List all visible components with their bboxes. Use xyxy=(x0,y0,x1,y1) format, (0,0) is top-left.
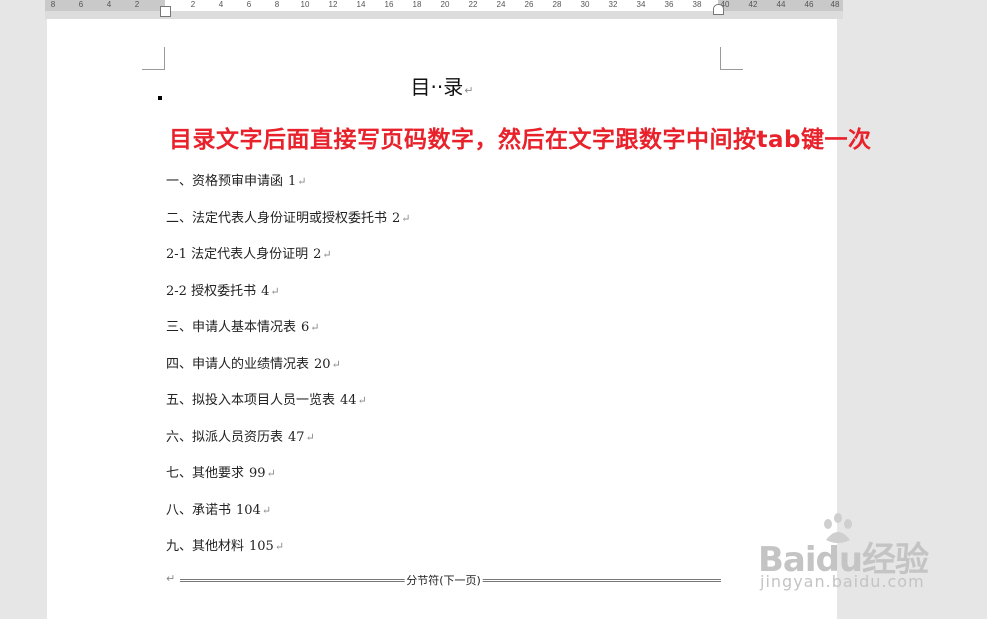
ruler-tick: 10 xyxy=(300,0,310,9)
toc-title-text: 目··录 xyxy=(410,75,464,99)
toc-entry-text: 四、申请人的业绩情况表 xyxy=(166,356,310,372)
paragraph-mark-icon: ↵ xyxy=(266,467,276,480)
ruler-tick: 28 xyxy=(552,0,562,9)
toc-entry-page: 1 xyxy=(288,174,297,189)
toc-entry-text: 二、法定代表人身份证明或授权委托书 xyxy=(166,210,388,226)
toc-entry-text: 八、承诺书 xyxy=(166,502,232,518)
toc-entry-page: 2 xyxy=(313,247,322,262)
document-page[interactable]: 目··录↵ 目录文字后面直接写页码数字，然后在文字跟数字中间按tab键一次 一、… xyxy=(47,19,872,619)
toc-entry-text: 2-1 法定代表人身份证明 xyxy=(166,247,309,262)
right-indent-marker[interactable] xyxy=(713,4,724,15)
paragraph-mark-icon: ↵ xyxy=(357,394,367,407)
toc-entry[interactable]: 2-1 法定代表人身份证明 2↵ xyxy=(166,243,411,280)
ruler-tick: 18 xyxy=(412,0,422,9)
toc-list: 一、资格预审申请函 1↵ 二、法定代表人身份证明或授权委托书 2↵ 2-1 法定代表… xyxy=(166,170,411,572)
ruler-tick: 12 xyxy=(328,0,338,9)
toc-entry-page: 20 xyxy=(314,356,331,372)
toc-entry-page: 2 xyxy=(392,210,401,226)
toc-entry-text: 五、拟投入本项目人员一览表 xyxy=(166,393,336,408)
ruler-tick: 24 xyxy=(496,0,506,9)
ruler-tick: 34 xyxy=(636,0,646,9)
paragraph-mark-icon: ↵ xyxy=(331,357,341,371)
baidu-jingyan-watermark: Baidu经验 jingyan.baidu.com xyxy=(758,510,978,600)
toc-entry-page: 104 xyxy=(236,502,261,518)
ruler-tick: 14 xyxy=(356,0,366,9)
toc-entry-text: 2-2 授权委托书 xyxy=(166,283,257,299)
paragraph-mark-icon: ↵ xyxy=(166,572,176,585)
paragraph-mark-icon: ↵ xyxy=(274,540,285,553)
toc-entry[interactable]: 八、承诺书 104↵ xyxy=(166,499,411,536)
ruler-tick: 38 xyxy=(692,0,702,9)
toc-entry[interactable]: 九、其他材料 105↵ xyxy=(166,535,411,572)
toc-entry-page: 105 xyxy=(249,539,274,554)
ruler-tick: 46 xyxy=(804,0,814,9)
ruler-tick: 2 xyxy=(190,0,196,9)
toc-entry[interactable]: 五、拟投入本项目人员一览表 44↵ xyxy=(166,389,411,426)
ruler-tick: 6 xyxy=(246,0,252,9)
ruler-tick: 26 xyxy=(524,0,534,9)
paragraph-mark-icon: ↵ xyxy=(310,321,320,334)
ruler-tick: 42 xyxy=(748,0,758,9)
ruler-tick: 44 xyxy=(776,0,786,9)
ruler-tick: 4 xyxy=(106,0,112,9)
toc-entry-text: 一、资格预审申请函 xyxy=(166,174,284,189)
instruction-note: 目录文字后面直接写页码数字，然后在文字跟数字中间按tab键一次 xyxy=(169,127,872,153)
left-indent-marker[interactable] xyxy=(160,6,171,17)
ruler-tick: 30 xyxy=(580,0,590,9)
paragraph-mark-icon: ↵ xyxy=(270,284,280,298)
margin-corner-top-right xyxy=(720,47,743,70)
paragraph-mark-icon: ↵ xyxy=(297,175,307,188)
ruler-tick: 8 xyxy=(50,0,56,9)
toc-entry-text: 六、拟派人员资历表 xyxy=(166,429,284,445)
paragraph-mark-icon: ↵ xyxy=(464,84,474,97)
toc-entry[interactable]: 四、申请人的业绩情况表 20↵ xyxy=(166,353,411,390)
toc-entry-text: 七、其他要求 xyxy=(166,466,245,481)
paragraph-mark-icon: ↵ xyxy=(305,430,315,444)
section-break-label: 分节符(下一页) xyxy=(404,572,483,588)
toc-entry[interactable]: 六、拟派人员资历表 47↵ xyxy=(166,426,411,463)
watermark-url: jingyan.baidu.com xyxy=(760,572,925,591)
ruler-tick: 16 xyxy=(384,0,394,9)
ruler-tick: 32 xyxy=(608,0,618,9)
ruler-tick: 2 xyxy=(134,0,140,9)
paragraph-mark-icon: ↵ xyxy=(261,503,272,517)
toc-entry-page: 99 xyxy=(249,466,266,481)
ruler-tick: 36 xyxy=(664,0,674,9)
bullet-mark xyxy=(158,96,162,100)
ruler-tick: 4 xyxy=(218,0,224,9)
ruler-left-margin xyxy=(45,0,165,11)
toc-entry[interactable]: 一、资格预审申请函 1↵ xyxy=(166,170,411,207)
paragraph-mark-icon: ↵ xyxy=(401,211,411,225)
ruler-tick: 20 xyxy=(440,0,450,9)
toc-title: 目··录↵ xyxy=(47,71,837,100)
ruler-tick: 8 xyxy=(274,0,280,9)
toc-entry[interactable]: 二、法定代表人身份证明或授权委托书 2↵ xyxy=(166,207,411,244)
ruler-tick: 6 xyxy=(78,0,84,9)
toc-entry-text: 三、申请人基本情况表 xyxy=(166,320,297,335)
toc-entry-page: 47 xyxy=(288,429,305,445)
paragraph-mark-icon: ↵ xyxy=(322,248,332,261)
toc-entry[interactable]: 七、其他要求 99↵ xyxy=(166,462,411,499)
toc-entry-page: 4 xyxy=(261,283,270,299)
toc-entry-page: 6 xyxy=(301,320,310,335)
toc-entry[interactable]: 2-2 授权委托书 4↵ xyxy=(166,280,411,317)
margin-corner-top-left xyxy=(142,47,165,70)
section-break[interactable]: ↵ 分节符(下一页) xyxy=(166,572,721,588)
ruler-tick: 48 xyxy=(830,0,840,9)
toc-entry-text: 九、其他材料 xyxy=(166,539,245,554)
toc-entry[interactable]: 三、申请人基本情况表 6↵ xyxy=(166,316,411,353)
ruler-tick: 22 xyxy=(468,0,478,9)
toc-entry-page: 44 xyxy=(340,393,357,408)
